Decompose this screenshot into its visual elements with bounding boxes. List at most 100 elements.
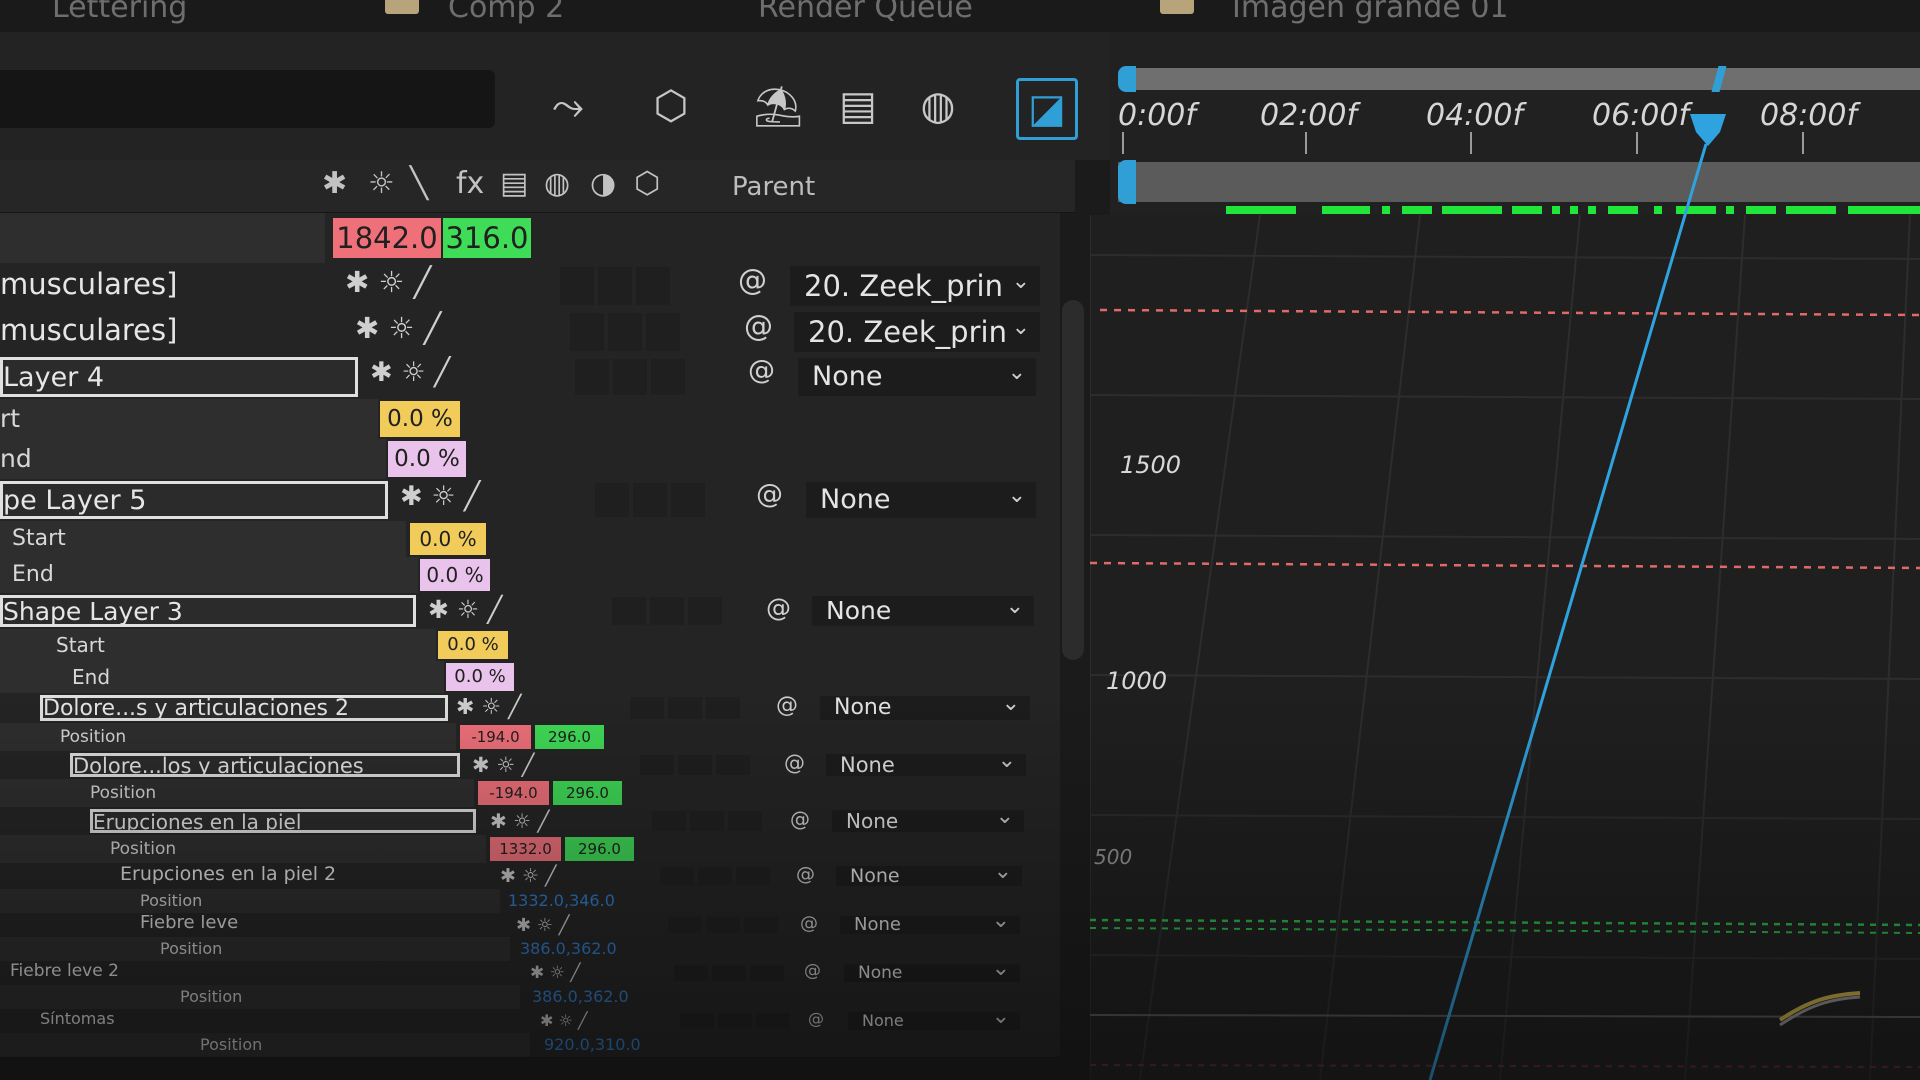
parent-pickwhip-icon[interactable]: @ — [804, 961, 821, 981]
work-area-start-handle[interactable] — [1118, 160, 1136, 204]
position-value-link[interactable]: 1332.0,346.0 — [508, 889, 615, 913]
layer-switches-icon[interactable]: ✱ ☼ ╱ — [345, 265, 431, 299]
draft-3d-icon[interactable]: ⬡ — [643, 78, 699, 134]
layer-row[interactable]: Fiebre leve 2 ✱ ☼ ╱ @ None ⌄ — [0, 958, 1060, 986]
layer-name[interactable]: Erupciones en la piel 2 — [120, 865, 490, 887]
property-value[interactable]: 0.0 % — [446, 663, 514, 691]
property-value[interactable]: 0.0 % — [388, 441, 466, 477]
tab-render-queue[interactable]: Render Queue — [758, 0, 973, 25]
layer-name[interactable]: Dolore...los y articulaciones — [70, 753, 460, 777]
position-x-value[interactable]: -194.0 — [460, 725, 531, 749]
effects-switch-icon[interactable]: fx — [456, 166, 484, 201]
collapse-switch-icon[interactable]: ☼ — [368, 166, 395, 201]
layer-row[interactable]: musculares] ✱ ☼ ╱ @20. Zeek_prin ⌄ — [0, 309, 1060, 356]
layer-switches-icon[interactable]: ✱ ☼ ╱ — [456, 695, 521, 720]
layer-name[interactable]: Dolore...s y articulaciones 2 — [40, 695, 448, 721]
property-row[interactable]: End 0.0 % — [0, 557, 1060, 594]
property-row[interactable]: nd 0.0 % — [0, 439, 1060, 480]
motion-blur-switch-icon[interactable]: ◍ — [544, 166, 570, 201]
property-row[interactable]: End 0.0 % — [0, 661, 1060, 694]
parent-dropdown[interactable]: None ⌄ — [806, 482, 1036, 518]
3d-switch-icon[interactable]: ⬡ — [634, 166, 660, 201]
layer-name[interactable]: musculares] — [0, 265, 330, 307]
frame-blending-icon[interactable]: ▤ — [830, 78, 886, 134]
tab-comp-2[interactable]: Comp 2 — [448, 0, 564, 25]
parent-pickwhip-icon[interactable]: @ — [784, 751, 805, 775]
layer-switches-icon[interactable]: ✱ ☼ ╱ — [516, 915, 570, 936]
layer-row[interactable]: Erupciones en la piel 2 ✱ ☼ ╱ @ None ⌄ — [0, 861, 1060, 890]
layer-row[interactable]: Síntomas ✱ ☼ ╱ @ None ⌄ — [0, 1006, 1060, 1034]
motion-blur-icon[interactable]: ◍ — [910, 78, 966, 134]
position-y-value[interactable]: 316.0 — [443, 218, 531, 258]
layer-name[interactable]: Shape Layer 3 — [0, 595, 416, 627]
layer-row[interactable]: pe Layer 5 ✱ ☼ ╱ @ None ⌄ — [0, 479, 1060, 522]
position-value-link[interactable]: 386.0,362.0 — [532, 985, 629, 1009]
layer-switches-icon[interactable]: ✱ ☼ ╱ — [428, 595, 502, 624]
layer-name[interactable]: musculares] — [0, 311, 345, 353]
adjustment-switch-icon[interactable]: ◑ — [590, 166, 616, 201]
position-value-link[interactable]: 920.0,310.0 — [544, 1033, 641, 1057]
property-row[interactable]: Start 0.0 % — [0, 521, 1060, 558]
layer-row[interactable]: Erupciones en la piel ✱ ☼ ╱ @ None ⌄ — [0, 806, 1060, 836]
property-value[interactable]: 0.0 % — [420, 559, 490, 591]
layer-switches-icon[interactable]: ✱ ☼ ╱ — [472, 753, 534, 777]
position-y-value[interactable]: 296.0 — [565, 837, 634, 861]
parent-dropdown[interactable]: None ⌄ — [826, 750, 1026, 776]
layer-switches-icon[interactable]: ✱ ☼ ╱ — [490, 809, 549, 833]
layer-name[interactable]: pe Layer 5 — [0, 481, 388, 519]
tab-imagen-grande[interactable]: Imagen grande 01 — [1232, 0, 1509, 25]
property-row[interactable]: rt 0.0 % — [0, 399, 1060, 440]
parent-pickwhip-icon[interactable]: @ — [766, 593, 791, 622]
layer-switches-icon[interactable]: ✱ ☼ ╱ — [540, 1011, 588, 1030]
property-row[interactable]: Position -194.0 296.0 — [0, 723, 1060, 752]
frame-blend-switch-icon[interactable]: ▤ — [500, 166, 528, 201]
parent-pickwhip-icon[interactable]: @ — [776, 693, 798, 718]
flowchart-icon[interactable]: ⤳ — [540, 78, 596, 134]
parent-dropdown[interactable]: 20. Zeek_prin ⌄ — [794, 312, 1040, 352]
parent-dropdown[interactable]: None ⌄ — [836, 861, 1022, 886]
layer-switches-icon[interactable]: ✱ ☼ ╱ — [355, 311, 441, 345]
parent-dropdown[interactable]: 20. Zeek_prin ⌄ — [790, 266, 1040, 306]
layer-row[interactable]: Dolore...los y articulaciones ✱ ☼ ╱ @ None ⌄ — [0, 750, 1060, 780]
property-row[interactable]: Position 386.0,362.0 — [0, 985, 1060, 1010]
vertical-scrollbar[interactable] — [1062, 300, 1084, 660]
property-row[interactable]: Position 386.0,362.0 — [0, 937, 1060, 962]
property-row[interactable]: Start 0.0 % — [0, 629, 1060, 662]
layer-row[interactable]: Fiebre leve ✱ ☼ ╱ @ None ⌄ — [0, 910, 1060, 938]
parent-pickwhip-icon[interactable]: @ — [744, 309, 773, 343]
parent-dropdown[interactable]: None ⌄ — [798, 358, 1036, 396]
parent-dropdown[interactable]: None ⌄ — [840, 910, 1020, 934]
parent-pickwhip-icon[interactable]: @ — [808, 1009, 824, 1028]
layer-name[interactable]: Síntomas — [40, 1011, 526, 1031]
position-x-value[interactable]: -194.0 — [478, 781, 549, 805]
layer-name[interactable]: Fiebre leve 2 — [10, 963, 516, 983]
shy-layers-icon[interactable]: ⛱ — [750, 78, 806, 134]
position-x-value[interactable]: 1842.0 — [333, 218, 441, 258]
layer-name[interactable]: Fiebre leve — [140, 915, 500, 935]
parent-dropdown[interactable]: None ⌄ — [820, 693, 1030, 720]
parent-pickwhip-icon[interactable]: @ — [756, 479, 783, 510]
layer-switches-icon[interactable]: ✱ ☼ ╱ — [400, 481, 480, 512]
parent-pickwhip-icon[interactable]: @ — [738, 263, 767, 297]
parent-dropdown[interactable]: None ⌄ — [844, 958, 1020, 982]
layer-row[interactable]: Shape Layer 3 ✱ ☼ ╱ @ None ⌄ — [0, 593, 1060, 630]
shy-switch-icon[interactable]: ✱ — [322, 166, 347, 201]
property-row[interactable]: Position -194.0 296.0 — [0, 779, 1060, 808]
time-navigator-bar[interactable] — [1126, 68, 1920, 90]
property-row[interactable]: Position 920.0,310.0 — [0, 1033, 1060, 1058]
graph-editor-icon[interactable]: ◪ — [1016, 78, 1078, 140]
layer-switches-icon[interactable]: ✱ ☼ ╱ — [370, 357, 450, 388]
parent-pickwhip-icon[interactable]: @ — [790, 807, 810, 831]
parent-dropdown[interactable]: None ⌄ — [812, 596, 1034, 626]
position-y-value[interactable]: 296.0 — [535, 725, 604, 749]
property-row[interactable]: Position 1332.0,346.0 — [0, 889, 1060, 914]
navigator-start-handle[interactable] — [1118, 66, 1136, 92]
parent-pickwhip-icon[interactable]: @ — [796, 863, 815, 885]
position-y-value[interactable]: 296.0 — [553, 781, 622, 805]
tab-lettering[interactable]: Lettering — [52, 0, 187, 25]
property-value[interactable]: 0.0 % — [410, 523, 486, 555]
layer-switches-icon[interactable]: ✱ ☼ ╱ — [530, 963, 581, 983]
layer-row[interactable]: Layer 4 ✱ ☼ ╱ @ None ⌄ — [0, 355, 1060, 400]
parent-dropdown[interactable]: None ⌄ — [832, 806, 1024, 832]
layer-name[interactable]: Erupciones en la piel — [90, 809, 476, 833]
